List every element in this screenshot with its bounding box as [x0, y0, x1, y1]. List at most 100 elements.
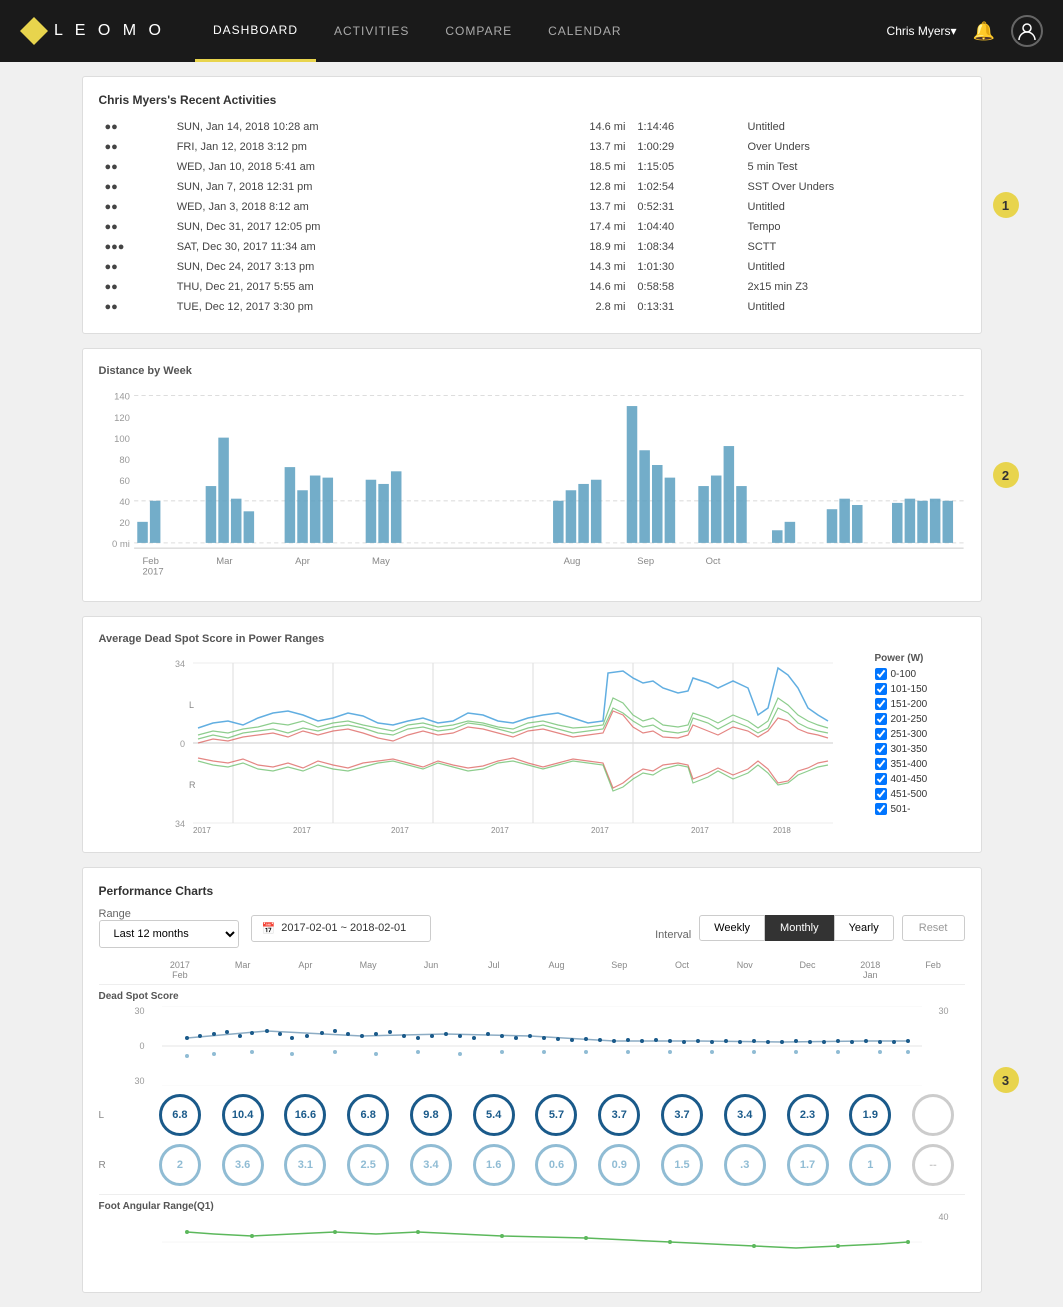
dss-y-bot: 30	[134, 1076, 144, 1086]
svg-text:34: 34	[174, 819, 184, 829]
activity-row[interactable]: ●● SUN, Jan 7, 2018 12:31 pm 12.8 mi 1:0…	[99, 177, 965, 197]
distance-chart-area: 140 120 100 80 60 40 20 0 mi	[99, 385, 965, 585]
svg-text:20: 20	[119, 518, 130, 529]
power-chart-title: Average Dead Spot Score in Power Ranges	[99, 633, 965, 645]
activity-time: 0:13:31	[631, 297, 741, 317]
activity-name: Tempo	[742, 217, 965, 237]
section-badge-2: 2	[993, 462, 1019, 488]
circle-badge: 2	[159, 1144, 201, 1186]
activity-row[interactable]: ●● SUN, Dec 31, 2017 12:05 pm 17.4 mi 1:…	[99, 217, 965, 237]
interval-weekly[interactable]: Weekly	[699, 915, 765, 941]
svg-text:2017: 2017	[142, 566, 163, 577]
svg-text:Aug: Aug	[563, 556, 580, 567]
activity-icons: ●●	[99, 157, 171, 177]
legend-item[interactable]: 401-450	[875, 773, 965, 785]
nav-activities[interactable]: ACTIVITIES	[316, 0, 427, 62]
circle-badge: 0.9	[598, 1144, 640, 1186]
dss-right-label: 30	[935, 1006, 965, 1086]
timeline-month: 2017 Feb	[149, 960, 212, 980]
range-select[interactable]: Last 2 months Last 3 months Last 6 month…	[99, 920, 239, 948]
legend-item[interactable]: 301-350	[875, 743, 965, 755]
activity-distance: 18.5 mi	[523, 157, 632, 177]
legend-title: Power (W)	[875, 653, 965, 664]
circle-L-item: 6.8	[347, 1094, 389, 1136]
circle-R-item: 2	[159, 1144, 201, 1186]
legend-item[interactable]: 151-200	[875, 698, 965, 710]
activity-row[interactable]: ●● WED, Jan 3, 2018 8:12 am 13.7 mi 0:52…	[99, 197, 965, 217]
perf-controls: Range Last 2 months Last 3 months Last 6…	[99, 908, 965, 948]
svg-text:2017: 2017	[691, 826, 709, 833]
nav-compare[interactable]: COMPARE	[427, 0, 530, 62]
interval-monthly[interactable]: Monthly	[765, 915, 834, 941]
circle-R-item: 0.6	[535, 1144, 577, 1186]
legend-item[interactable]: 0-100	[875, 668, 965, 680]
legend-item[interactable]: 101-150	[875, 683, 965, 695]
timeline-month: Apr	[274, 960, 337, 980]
timeline-month: Aug	[525, 960, 588, 980]
activity-time: 0:52:31	[631, 197, 741, 217]
nav-dashboard[interactable]: DASHBOARD	[195, 0, 316, 62]
activity-row[interactable]: ●● SUN, Jan 14, 2018 10:28 am 14.6 mi 1:…	[99, 117, 965, 137]
activity-date: THU, Dec 21, 2017 5:55 am	[171, 277, 523, 297]
logo-icon	[20, 17, 48, 45]
nav-calendar[interactable]: CALENDAR	[530, 0, 639, 62]
svg-text:Oct: Oct	[705, 556, 720, 567]
circle-L-item: 9.8	[410, 1094, 452, 1136]
timeline-month: Jun	[400, 960, 463, 980]
activity-distance: 14.6 mi	[523, 277, 632, 297]
activity-time: 1:04:40	[631, 217, 741, 237]
performance-charts-card: Performance Charts Range Last 2 months L…	[82, 867, 982, 1293]
timeline-month: Nov	[713, 960, 776, 980]
svg-text:60: 60	[119, 476, 130, 487]
activity-date: SUN, Jan 14, 2018 10:28 am	[171, 117, 523, 137]
legend-item[interactable]: 251-300	[875, 728, 965, 740]
circle-L-item: 2.3	[787, 1094, 829, 1136]
avatar[interactable]	[1011, 15, 1043, 47]
legend-item[interactable]: 201-250	[875, 713, 965, 725]
user-menu[interactable]: Chris Myers▾	[887, 24, 957, 38]
activity-date: SUN, Dec 31, 2017 12:05 pm	[171, 217, 523, 237]
activity-date: WED, Jan 10, 2018 5:41 am	[171, 157, 523, 177]
recent-activities-title: Chris Myers's Recent Activities	[99, 93, 965, 107]
circle-L-item: 10.4	[222, 1094, 264, 1136]
timeline-month: May	[337, 960, 400, 980]
legend-item[interactable]: 351-400	[875, 758, 965, 770]
activity-distance: 18.9 mi	[523, 237, 632, 257]
timeline-month: Feb	[902, 960, 965, 980]
foot-angular-chart: 40	[99, 1212, 965, 1272]
distance-chart-title: Distance by Week	[99, 365, 965, 377]
svg-text:2017: 2017	[193, 826, 211, 833]
circle-badge: .3	[724, 1144, 766, 1186]
activity-name: 2x15 min Z3	[742, 277, 965, 297]
activity-row[interactable]: ●● WED, Jan 10, 2018 5:41 am 18.5 mi 1:1…	[99, 157, 965, 177]
interval-yearly[interactable]: Yearly	[834, 915, 894, 941]
legend-item[interactable]: 451-500	[875, 788, 965, 800]
circle-badge: 1	[849, 1144, 891, 1186]
activity-row[interactable]: ●● FRI, Jan 12, 2018 3:12 pm 13.7 mi 1:0…	[99, 137, 965, 157]
activity-date: WED, Jan 3, 2018 8:12 am	[171, 197, 523, 217]
power-legend: Power (W) 0-100 101-150 151-200 201-250 …	[875, 653, 965, 836]
circle-badge: 1.9	[849, 1094, 891, 1136]
circle-R-item: 3.4	[410, 1144, 452, 1186]
activity-row[interactable]: ●● TUE, Dec 12, 2017 3:30 pm 2.8 mi 0:13…	[99, 297, 965, 317]
circle-badge: 0.6	[535, 1144, 577, 1186]
activity-row[interactable]: ●●● SAT, Dec 30, 2017 11:34 am 18.9 mi 1…	[99, 237, 965, 257]
activity-row[interactable]: ●● THU, Dec 21, 2017 5:55 am 14.6 mi 0:5…	[99, 277, 965, 297]
circles-R-row: R 23.63.12.53.41.60.60.91.5.31.71--	[99, 1144, 965, 1186]
foot-angular-y: 40	[935, 1212, 965, 1272]
legend-item[interactable]: 501-	[875, 803, 965, 815]
interval-buttons: Weekly Monthly Yearly	[699, 915, 894, 941]
circle-badge: --	[912, 1144, 954, 1186]
circle-L-item: 3.4	[724, 1094, 766, 1136]
circle-badge: 6.8	[347, 1094, 389, 1136]
activity-time: 1:01:30	[631, 257, 741, 277]
power-chart-card: Average Dead Spot Score in Power Ranges …	[82, 616, 982, 853]
foot-angular-section: Foot Angular Range(Q1)	[99, 1194, 965, 1272]
reset-button[interactable]: Reset	[902, 915, 965, 941]
logo[interactable]: L E O M O	[20, 17, 165, 45]
recent-activities-card: Chris Myers's Recent Activities ●● SUN, …	[82, 76, 982, 334]
svg-text:Mar: Mar	[216, 556, 232, 567]
circles-L: 6.810.416.66.89.85.45.73.73.73.42.31.9	[149, 1094, 965, 1136]
bell-icon[interactable]: 🔔	[973, 21, 995, 42]
activity-row[interactable]: ●● SUN, Dec 24, 2017 3:13 pm 14.3 mi 1:0…	[99, 257, 965, 277]
